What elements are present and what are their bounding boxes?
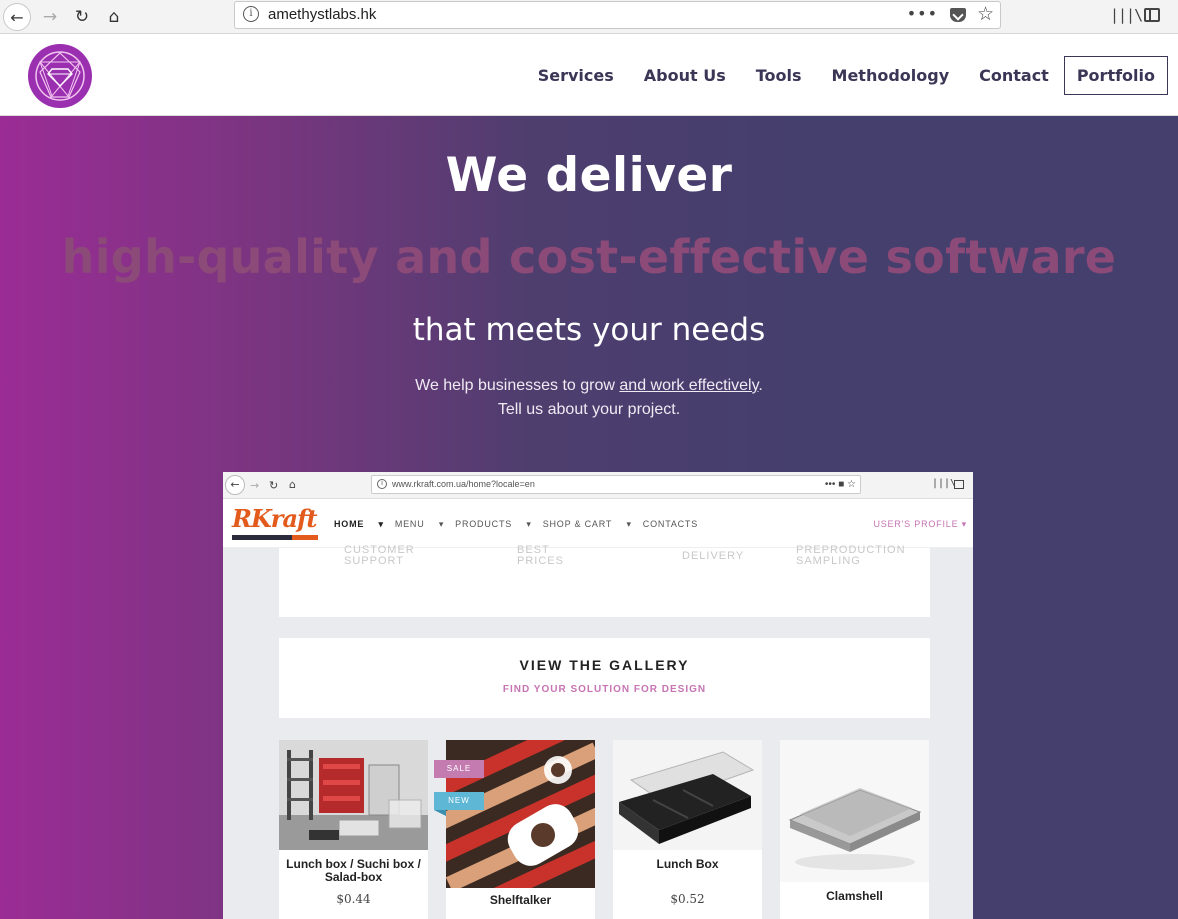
product-image xyxy=(780,740,929,882)
nav-methodology[interactable]: Methodology xyxy=(832,66,950,85)
hero-highlight: high-quality and cost-effective software xyxy=(61,230,1117,284)
hero-subtitle: that meets your needs xyxy=(412,312,766,348)
features-strip: CUSTOMER SUPPORT BEST PRICES DELIVERY PR… xyxy=(279,544,930,617)
portfolio-button[interactable]: Portfolio xyxy=(1063,56,1168,95)
address-url[interactable]: amethystlabs.hk xyxy=(268,6,376,23)
hero-text-line2: Tell us about your project. xyxy=(497,401,681,418)
rkraft-body: CUSTOMER SUPPORT BEST PRICES DELIVERY PR… xyxy=(250,544,946,919)
rkraft-nav-home-label: HOME xyxy=(334,519,365,529)
rkraft-nav-menu: MENU ▾ xyxy=(394,519,445,529)
feature-delivery: DELIVERY xyxy=(682,550,745,562)
rkraft-nav-shop: SHOP & CART ▾ xyxy=(542,519,632,529)
reload-icon[interactable]: ↻ xyxy=(68,3,96,31)
screenshot-reload-icon: ↻ xyxy=(269,479,279,492)
info-icon[interactable]: i xyxy=(243,6,259,22)
screenshot-address-bar: i www.rkraft.com.ua/home?locale=en ••• ■… xyxy=(371,475,861,494)
gem-icon xyxy=(35,51,85,101)
back-arrow-icon[interactable]: ← xyxy=(3,3,31,31)
bookmark-star-icon[interactable]: ☆ xyxy=(977,3,994,25)
rkraft-nav-shop-label: SHOP & CART xyxy=(542,519,613,529)
rkraft-logo: RKraft xyxy=(232,504,318,540)
portfolio-screenshot[interactable]: ← → ↻ ⌂ i www.rkraft.com.ua/home?locale=… xyxy=(223,472,973,919)
rkraft-nav-products-label: PRODUCTS xyxy=(455,519,513,529)
screenshot-info-icon: i xyxy=(377,479,387,489)
product-price: $0.44 xyxy=(336,892,371,906)
product-image xyxy=(613,740,762,850)
product-image xyxy=(279,740,428,850)
pocket-icon[interactable] xyxy=(950,8,966,22)
feature-preproduction-sampling: PREPRODUCTION SAMPLING xyxy=(796,544,906,567)
gallery-banner: VIEW THE GALLERY FIND YOUR SOLUTION FOR … xyxy=(279,638,930,718)
hero-text-link[interactable]: and work effectively xyxy=(619,377,758,394)
library-icon[interactable]: |||\ xyxy=(1110,6,1143,24)
nav-services[interactable]: Services xyxy=(538,66,614,85)
screenshot-home-icon: ⌂ xyxy=(289,478,296,491)
product-card: Lunch Box $0.52 xyxy=(613,740,762,919)
address-bar[interactable]: i amethystlabs.hk ••• ☆ xyxy=(234,1,1001,29)
feature-customer-support: CUSTOMER SUPPORT xyxy=(344,544,415,567)
product-card: SALE NEW Shelftalker xyxy=(434,740,595,919)
rkraft-nav-menu-label: MENU xyxy=(394,519,425,529)
screenshot-url: www.rkraft.com.ua/home?locale=en xyxy=(392,479,535,489)
sale-badge: SALE xyxy=(434,760,484,778)
hero-text-prefix: We help businesses to grow xyxy=(415,377,620,394)
page-actions-icon[interactable]: ••• xyxy=(907,4,938,23)
hero-text-suffix: . xyxy=(758,377,763,394)
rkraft-nav-products: PRODUCTS ▾ xyxy=(455,519,532,529)
product-name: Clamshell xyxy=(826,889,883,903)
product-name: Shelftalker xyxy=(489,893,552,907)
home-icon[interactable]: ⌂ xyxy=(100,3,128,31)
product-card: Clamshell xyxy=(780,740,929,919)
product-card: Lunch box / Suchi box / Salad-box $0.44 xyxy=(279,740,428,919)
nav-about-us[interactable]: About Us xyxy=(644,66,726,85)
main-navigation: Services About Us Tools Methodology Cont… xyxy=(538,56,1168,95)
amethyst-logo[interactable] xyxy=(28,44,92,108)
rkraft-header: RKraft HOME ▾ MENU ▾ PRODUCTS ▾ SHOP & C… xyxy=(223,499,973,548)
forward-arrow-icon[interactable]: → xyxy=(36,3,64,31)
gallery-subtitle: FIND YOUR SOLUTION FOR DESIGN xyxy=(502,684,707,695)
screenshot-sidebar-icon xyxy=(954,480,964,489)
screenshot-browser-toolbar: ← → ↻ ⌂ i www.rkraft.com.ua/home?locale=… xyxy=(223,472,973,499)
screenshot-library-icon: |||\ xyxy=(932,478,957,489)
hero-title: We deliver xyxy=(445,148,733,203)
rkraft-nav-contacts: CONTACTS xyxy=(642,519,699,529)
nav-contact[interactable]: Contact xyxy=(979,66,1049,85)
gallery-title: VIEW THE GALLERY xyxy=(519,657,690,673)
browser-toolbar: ← → ↻ ⌂ i amethystlabs.hk ••• ☆ |||\ xyxy=(0,0,1178,34)
rkraft-nav-home: HOME ▾ xyxy=(334,519,384,529)
sidebar-icon[interactable] xyxy=(1144,8,1160,22)
product-name: Lunch box / Suchi box / Salad-box xyxy=(286,857,421,884)
new-badge: NEW xyxy=(434,792,484,816)
screenshot-page-actions-icon: ••• ■ ☆ xyxy=(824,479,856,490)
feature-best-prices: BEST PRICES xyxy=(517,544,564,567)
nav-tools[interactable]: Tools xyxy=(756,66,802,85)
screenshot-back-icon: ← xyxy=(225,475,245,495)
rkraft-logo-text: RKraft xyxy=(232,504,317,533)
hero-section: We deliver high-quality and cost-effecti… xyxy=(0,116,1178,919)
hero-text: We help businesses to grow and work effe… xyxy=(0,377,1178,395)
rkraft-user-profile-label: USER'S PROFILE xyxy=(873,519,959,529)
product-price: $0.52 xyxy=(670,892,705,906)
product-name: Lunch Box xyxy=(656,857,719,871)
rkraft-user-profile: USER'S PROFILE ▾ xyxy=(873,519,967,529)
screenshot-forward-icon: → xyxy=(250,479,260,492)
site-header: Services About Us Tools Methodology Cont… xyxy=(0,34,1178,116)
rkraft-logo-accent xyxy=(292,535,318,540)
rkraft-nav: HOME ▾ MENU ▾ PRODUCTS ▾ SHOP & CART ▾ C… xyxy=(334,519,709,530)
